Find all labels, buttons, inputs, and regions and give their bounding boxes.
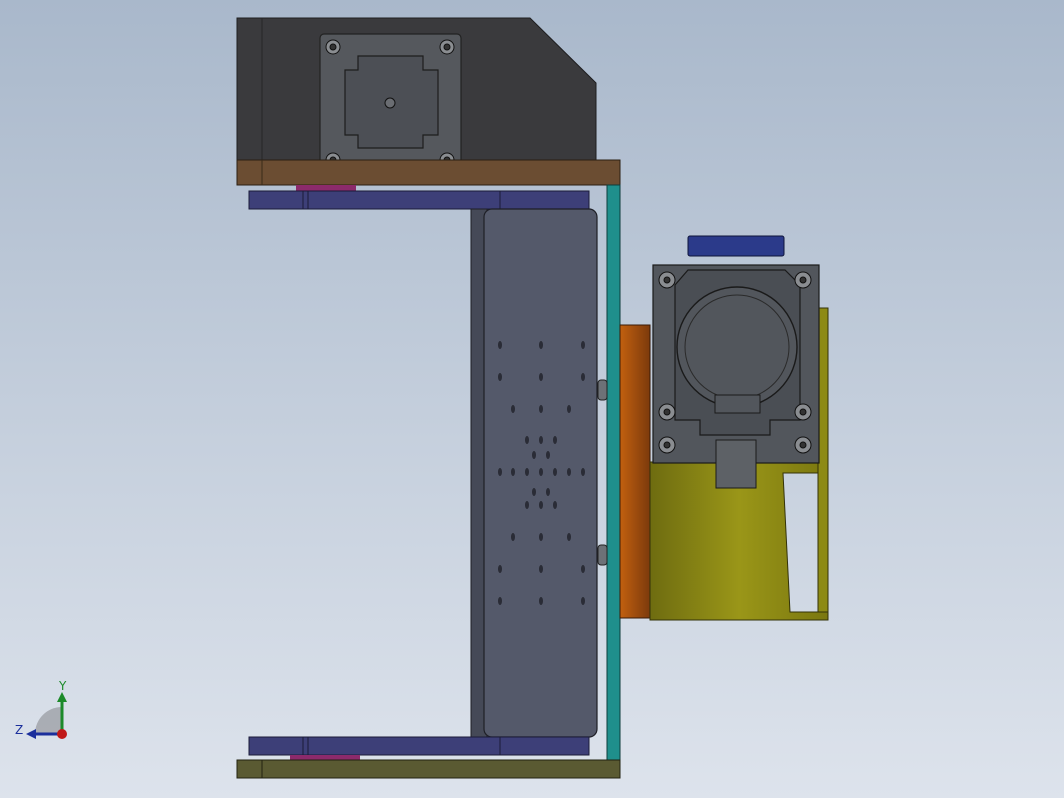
- mounting-hole: [498, 341, 502, 349]
- mounting-hole: [581, 597, 585, 605]
- bottom-rail-magenta-part: [290, 755, 360, 760]
- mounting-hole: [553, 501, 557, 509]
- mounting-hole: [525, 501, 529, 509]
- teal-standoff-lower: [597, 544, 608, 566]
- mounting-hole: [539, 436, 543, 444]
- right-motor-rotor: [676, 286, 798, 408]
- mounting-hole: [539, 533, 543, 541]
- teal-plate: [606, 184, 621, 761]
- mounting-hole: [532, 488, 536, 496]
- mounting-hole: [539, 597, 543, 605]
- triad-origin-icon: [57, 729, 67, 739]
- top-rail: [248, 190, 590, 210]
- mounting-hole: [498, 373, 502, 381]
- right-motor-output-shaft: [715, 439, 757, 489]
- triad-y-label: Y: [58, 679, 67, 693]
- mounting-hole: [511, 533, 515, 541]
- mounting-hole: [532, 451, 536, 459]
- blue-motor-cap: [687, 235, 785, 257]
- mounting-hole: [567, 468, 571, 476]
- cad-model-view[interactable]: Y Z: [0, 0, 1064, 798]
- orange-coupling-block: [619, 324, 651, 619]
- mounting-hole: [567, 405, 571, 413]
- mounting-hole: [539, 373, 543, 381]
- mounting-hole: [539, 565, 543, 573]
- mounting-hole: [539, 341, 543, 349]
- mounting-hole: [511, 405, 515, 413]
- mounting-hole: [498, 597, 502, 605]
- mounting-hole: [539, 501, 543, 509]
- bottom-rail: [248, 736, 590, 756]
- mounting-hole: [553, 436, 557, 444]
- gray-carriage-plate[interactable]: [470, 208, 598, 738]
- right-motor-shaft-key: [714, 394, 761, 414]
- mounting-hole: [581, 468, 585, 476]
- mounting-hole: [539, 468, 543, 476]
- mounting-hole: [581, 373, 585, 381]
- triad-z-label: Z: [15, 723, 23, 737]
- teal-standoff-upper: [597, 379, 608, 401]
- mounting-hole: [546, 488, 550, 496]
- top-brown-plate: [236, 159, 621, 186]
- cad-viewport[interactable]: Y Z: [0, 0, 1064, 798]
- mounting-hole: [553, 468, 557, 476]
- top-motor-shaft-icon: [384, 97, 396, 109]
- bottom-base-plate: [236, 759, 621, 779]
- mounting-hole: [581, 341, 585, 349]
- mounting-hole: [498, 565, 502, 573]
- mounting-hole: [567, 533, 571, 541]
- mounting-hole: [525, 436, 529, 444]
- top-rail-magenta-part: [296, 185, 356, 191]
- mounting-hole: [546, 451, 550, 459]
- mounting-hole: [511, 468, 515, 476]
- mounting-hole: [539, 405, 543, 413]
- mounting-hole: [498, 468, 502, 476]
- mounting-hole: [581, 565, 585, 573]
- mounting-hole: [525, 468, 529, 476]
